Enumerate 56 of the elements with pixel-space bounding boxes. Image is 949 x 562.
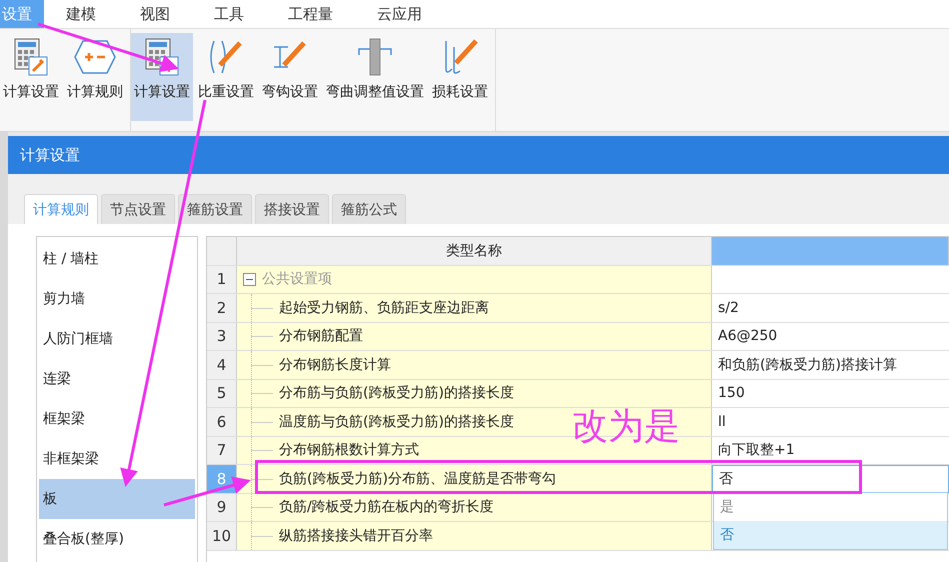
setting-name: 起始受力钢筋、负筋距支座边距离: [279, 298, 489, 317]
ribbon-button[interactable]: 损耗设置: [429, 33, 491, 121]
setting-value: 向下取整+1: [718, 441, 795, 460]
menu-item[interactable]: 工程量: [266, 0, 355, 28]
setting-value: s/2: [718, 300, 739, 316]
setting-name: 分布钢筋长度计算: [279, 356, 391, 374]
ribbon-button[interactable]: 比重设置: [195, 33, 257, 121]
menu-item[interactable]: 视图: [118, 0, 192, 28]
calculator-icon: [13, 37, 49, 77]
ribbon-button[interactable]: 弯钩设置: [259, 33, 321, 121]
ribbon-button[interactable]: 弯曲调整值设置: [323, 33, 427, 121]
ribbon-button[interactable]: 计算设置: [131, 33, 193, 121]
collapse-toggle[interactable]: [243, 272, 256, 286]
tab[interactable]: 箍筋公式: [332, 194, 406, 224]
row-number: 2: [207, 294, 237, 322]
dialog-title: 计算设置: [8, 136, 949, 174]
category-item[interactable]: 板: [39, 479, 195, 519]
column-header: 类型名称: [237, 237, 712, 264]
ribbon-button[interactable]: 计算设置: [0, 33, 62, 121]
setting-value: 和负筋(跨板受力筋)搭接计算: [718, 356, 897, 374]
category-item[interactable]: 框架梁: [39, 399, 195, 439]
row-number: 6: [207, 408, 237, 436]
menu-item[interactable]: 工具: [192, 0, 266, 28]
group-label: 公共设置项: [262, 270, 332, 288]
setting-name: 负筋/跨板受力筋在板内的弯折长度: [279, 498, 494, 516]
setting-name: 分布筋与负筋(跨板受力筋)的搭接长度: [279, 384, 514, 402]
setting-value: ll: [718, 414, 726, 430]
category-item[interactable]: 柱 / 墙柱: [39, 239, 195, 279]
tab[interactable]: 搭接设置: [255, 194, 329, 224]
setting-name: 温度筋与负筋(跨板受力筋)的搭接长度: [279, 412, 514, 431]
setting-value: A6@250: [718, 328, 778, 344]
calculator-icon: [144, 37, 180, 77]
category-item[interactable]: 连梁: [39, 359, 195, 399]
category-item[interactable]: 非框架梁: [39, 439, 195, 479]
row-number: 5: [207, 380, 237, 407]
setting-name: 负筋(跨板受力筋)分布筋、温度筋是否带弯勾: [279, 470, 556, 488]
row-number: 10: [207, 522, 237, 550]
tab[interactable]: 箍筋设置: [178, 194, 252, 224]
row-number: 4: [207, 351, 237, 378]
category-item[interactable]: 人防门框墙: [39, 319, 195, 359]
setting-name: 纵筋搭接接头错开百分率: [279, 526, 433, 545]
tab[interactable]: 节点设置: [101, 194, 175, 224]
ribbon-button[interactable]: 计算规则: [64, 33, 126, 121]
setting-value: 150: [718, 385, 745, 402]
menu-item[interactable]: 云应用: [355, 0, 444, 28]
setting-name: 分布钢筋配置: [279, 327, 363, 346]
value-input[interactable]: 否: [719, 470, 733, 488]
row-number: 1: [207, 266, 237, 293]
annotation-note: 改为是: [572, 405, 680, 449]
category-item[interactable]: 叠合板(整厚): [39, 519, 195, 559]
menu-item[interactable]: 建模: [44, 0, 118, 28]
setting-name: 分布钢筋根数计算方式: [279, 441, 419, 460]
category-item[interactable]: 剪力墙: [39, 279, 195, 319]
row-number: 3: [207, 322, 237, 350]
row-number: 7: [207, 436, 237, 464]
row-number: 9: [207, 494, 237, 521]
